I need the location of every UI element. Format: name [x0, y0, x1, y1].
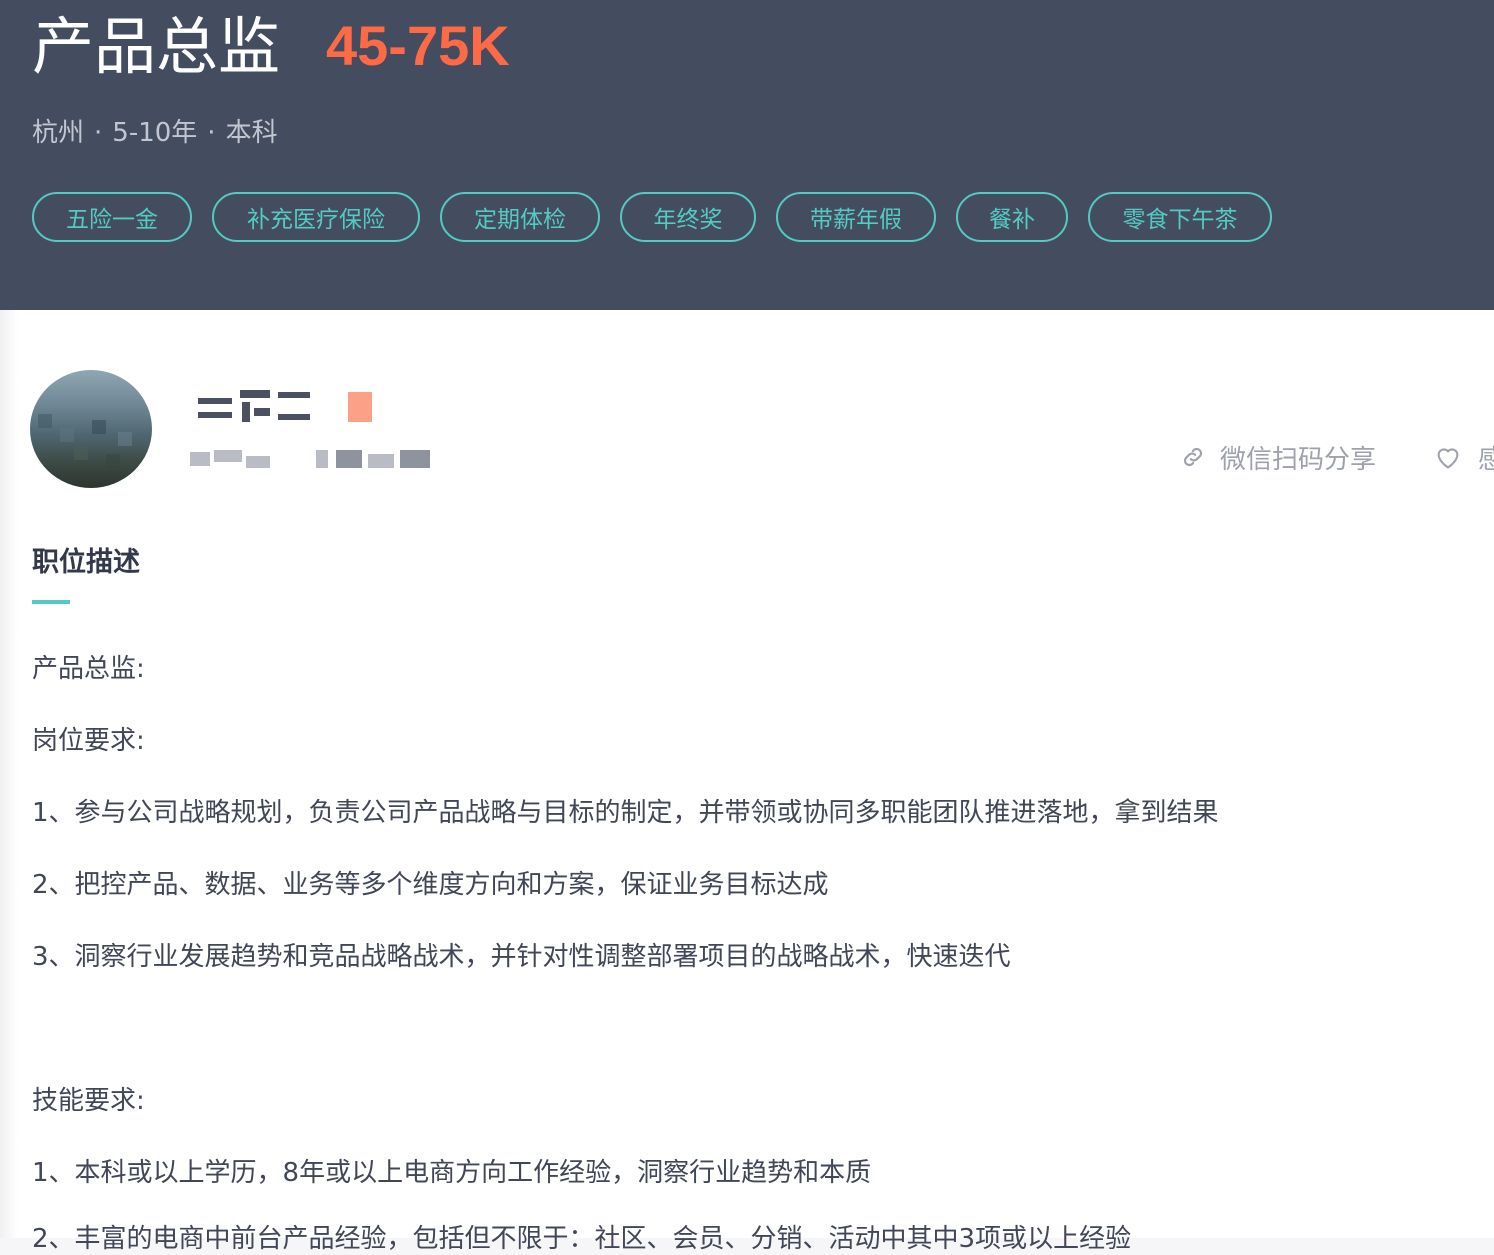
job-header: 产品总监 45-75K 杭州 · 5-10年 · 本科 五险一金 补充医疗保险 定期体检…	[0, 0, 1494, 310]
avatar-pixel	[60, 428, 74, 442]
favorite-button[interactable]: 感	[1434, 440, 1494, 475]
blur-block	[190, 452, 210, 466]
blur-block	[316, 450, 328, 468]
blur-block	[246, 456, 270, 468]
recruiter-position-blurred	[316, 446, 432, 472]
job-meta: 杭州 · 5-10年 · 本科	[32, 112, 278, 149]
recruiter-avatar[interactable]	[30, 370, 152, 488]
description-line: 产品总监:	[32, 654, 145, 684]
description-line: 技能要求:	[32, 1086, 145, 1116]
section-title-underline	[32, 600, 70, 604]
recruiter-company-blurred	[190, 446, 272, 472]
job-experience: 5-10年	[112, 118, 198, 148]
blur-block	[400, 450, 430, 468]
blur-block	[240, 390, 270, 398]
blur-block	[214, 450, 242, 462]
meta-separator: ·	[94, 118, 103, 148]
blur-block	[278, 414, 310, 420]
panel-edge-shade	[0, 310, 18, 1238]
benefit-tag: 五险一金	[32, 192, 192, 242]
job-title: 产品总监	[32, 10, 281, 83]
blur-block	[198, 398, 232, 404]
blur-block	[368, 454, 394, 468]
benefit-tag: 带薪年假	[776, 192, 936, 242]
job-city: 杭州	[32, 118, 85, 148]
description-line: 1、本科或以上学历，8年或以上电商方向工作经验，洞察行业趋势和本质	[32, 1158, 872, 1188]
avatar-pixel	[118, 432, 132, 446]
blur-block	[254, 408, 270, 416]
benefit-tag: 补充医疗保险	[212, 192, 420, 242]
benefit-tag: 零食下午茶	[1088, 192, 1272, 242]
wechat-share-button[interactable]: 微信扫码分享	[1180, 440, 1377, 475]
blur-block	[278, 392, 310, 398]
blur-block	[242, 402, 250, 422]
description-line: 2、把控产品、数据、业务等多个维度方向和方案，保证业务目标达成	[32, 870, 829, 900]
meta-separator: ·	[207, 118, 216, 148]
favorite-label: 感	[1478, 444, 1494, 475]
avatar-pixel	[106, 454, 120, 468]
description-line: 1、参与公司战略规划，负责公司产品战略与目标的制定，并带领或协同多职能团队推进落…	[32, 798, 1219, 828]
description-line: 岗位要求:	[32, 726, 145, 756]
section-title-description: 职位描述	[32, 547, 140, 578]
benefit-tag: 餐补	[956, 192, 1068, 242]
avatar-pixel	[74, 446, 88, 460]
recruiter-badge-blurred	[348, 392, 372, 422]
blur-block	[336, 450, 362, 468]
benefit-tag: 年终奖	[620, 192, 756, 242]
link-icon	[1183, 447, 1203, 467]
blur-block	[198, 412, 232, 418]
heart-icon	[1437, 448, 1459, 469]
description-line: 2、丰富的电商中前台产品经验，包括但不限于：社区、会员、分销、活动中其中3项或以…	[32, 1224, 1132, 1254]
description-line: 3、洞察行业发展趋势和竞品战略战术，并针对性调整部署项目的战略战术，快速迭代	[32, 942, 1011, 972]
share-label: 微信扫码分享	[1220, 444, 1377, 475]
avatar-pixel	[38, 414, 52, 428]
avatar-pixel	[92, 420, 106, 434]
recruiter-name-blurred	[196, 386, 312, 424]
job-education: 本科	[225, 118, 278, 148]
salary-range: 45-75K	[326, 14, 510, 77]
benefit-tag: 定期体检	[440, 192, 600, 242]
